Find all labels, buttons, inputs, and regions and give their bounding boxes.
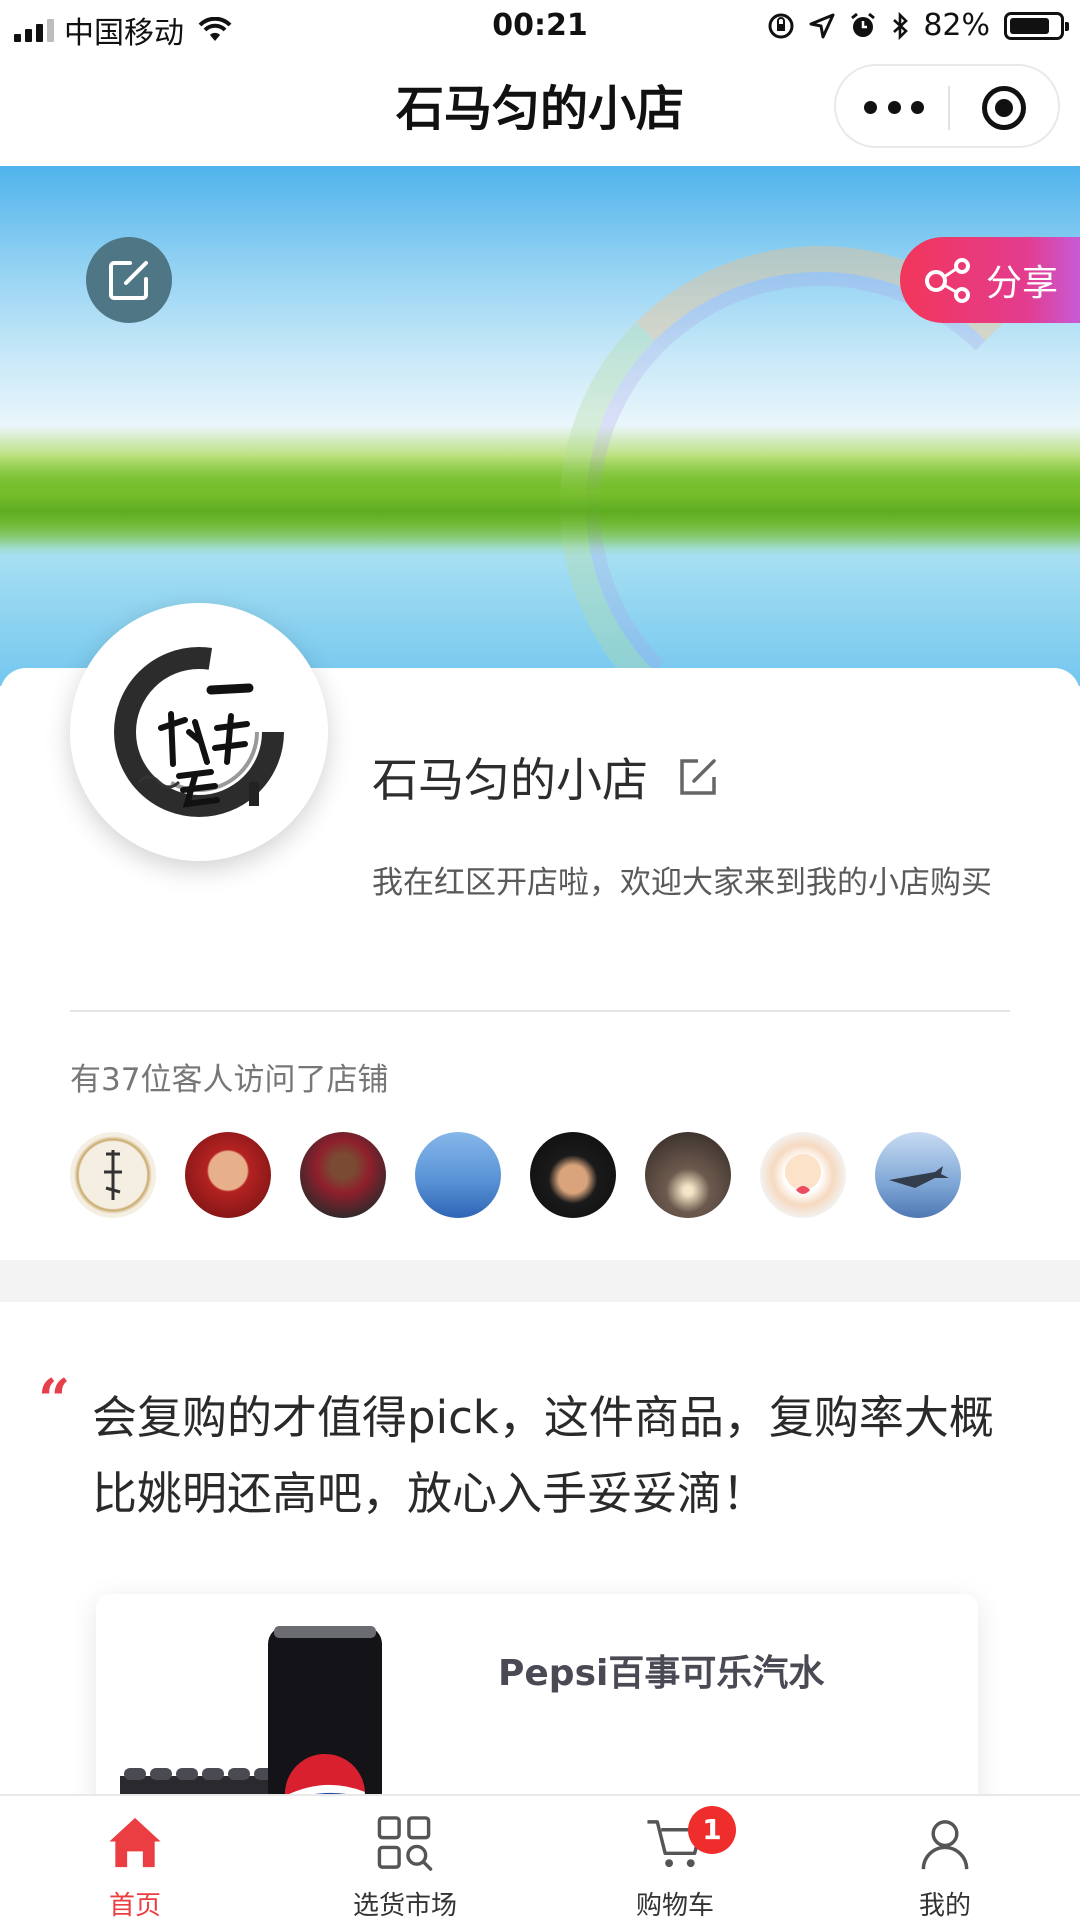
- shop-description: 我在红区开店啦，欢迎大家来到我的小店购买: [372, 865, 992, 901]
- edit-icon: [109, 261, 148, 300]
- visitor-avatar[interactable]: [300, 1132, 386, 1218]
- tab-label-profile: 我的: [918, 1891, 971, 1920]
- battery-icon: [1004, 11, 1069, 40]
- edit-banner-button[interactable]: [86, 237, 172, 323]
- visitor-avatar[interactable]: [530, 1132, 616, 1218]
- shop-name: 石马匀的小店: [372, 753, 648, 807]
- status-bar: 中国移动 00:21 82%: [0, 0, 1080, 52]
- visitor-avatar[interactable]: [185, 1132, 271, 1218]
- battery-percent: 82%: [923, 8, 990, 43]
- tab-cart[interactable]: 1 购物车: [540, 1796, 810, 1920]
- visitor-avatar[interactable]: [875, 1132, 961, 1218]
- section-separator: [0, 1260, 1080, 1302]
- edit-name-icon[interactable]: [676, 755, 720, 799]
- visitor-avatar-art: [785, 1154, 821, 1194]
- visitor-avatar-list: [70, 1132, 961, 1218]
- visitor-count-text: 有37位客人访问了店铺: [70, 1062, 389, 1098]
- location-icon: [809, 13, 835, 38]
- nav-bar: 石马匀的小店: [0, 52, 1080, 166]
- product-name: Pepsi百事可乐汽水: [498, 1653, 825, 1694]
- tab-label-cart: 购物车: [635, 1891, 714, 1920]
- quote-icon: “: [38, 1367, 71, 1433]
- tab-profile[interactable]: 我的: [810, 1796, 1080, 1920]
- share-label: 分享: [986, 263, 1059, 304]
- alarm-icon: [851, 12, 876, 37]
- visitor-avatar[interactable]: [760, 1132, 846, 1218]
- profile-icon: [921, 1820, 969, 1870]
- market-grid-icon: [377, 1816, 433, 1871]
- visitor-avatar[interactable]: [415, 1132, 501, 1218]
- miniprogram-capsule: [834, 64, 1060, 148]
- share-icon: [925, 258, 970, 303]
- status-right: 82%: [767, 8, 1069, 43]
- home-icon: [109, 1817, 161, 1868]
- share-button[interactable]: 分享: [900, 237, 1080, 323]
- visitor-avatar-art: [104, 1150, 122, 1200]
- close-miniprogram-icon[interactable]: [982, 86, 1026, 130]
- shop-avatar[interactable]: [70, 603, 328, 861]
- shop-page: 中国移动 00:21 82% 石马匀的小店 分享 石马匀的小店 我在红区开店啦，…: [0, 0, 1080, 1920]
- tab-label-home: 首页: [108, 1891, 161, 1920]
- banner-grass: [0, 456, 1080, 548]
- tab-home[interactable]: 首页: [0, 1796, 270, 1920]
- cart-badge: 1: [688, 1806, 736, 1854]
- capsule-divider: [948, 86, 950, 130]
- bluetooth-icon: [893, 11, 909, 40]
- more-options-icon[interactable]: [864, 92, 924, 122]
- recommendation-text: 会复购的才值得pick，这件商品，复购率大概比姚明还高吧，放心入手妥妥滴！: [92, 1391, 994, 1520]
- tab-bar: 首页 选货市场 1 购物车 我的: [0, 1794, 1080, 1920]
- visitor-avatar[interactable]: [645, 1132, 731, 1218]
- tab-label-market: 选货市场: [352, 1891, 457, 1920]
- visitor-avatar-art: [889, 1166, 949, 1188]
- divider: [70, 1010, 1010, 1012]
- visitor-avatar[interactable]: [70, 1132, 156, 1218]
- orientation-lock-icon: [768, 13, 794, 38]
- shop-logo-image: [114, 647, 284, 817]
- tab-market[interactable]: 选货市场: [270, 1796, 540, 1920]
- shop-name-row: 石马匀的小店: [372, 744, 720, 810]
